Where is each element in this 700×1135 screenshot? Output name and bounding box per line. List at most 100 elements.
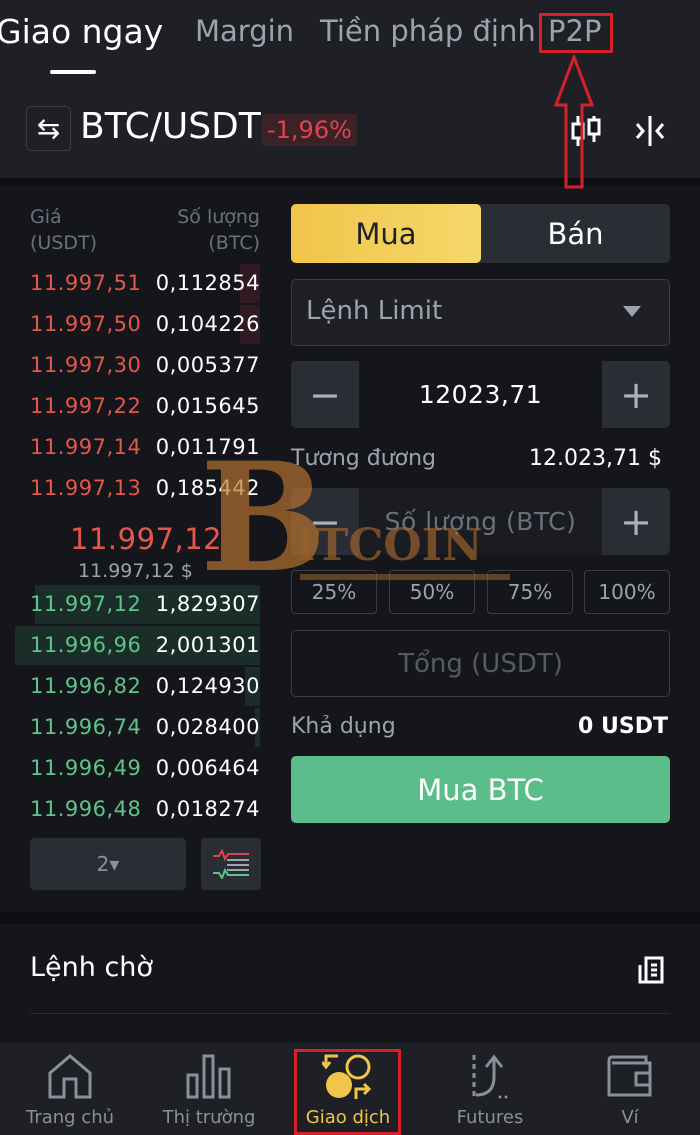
- pair-header: ⇆ BTC/USDT -1,96%: [0, 92, 700, 178]
- trade-annotation-box: [294, 1049, 401, 1135]
- bid-row[interactable]: 11.996,82 0,124930: [0, 666, 275, 707]
- equivalent-label: Tương đương: [291, 446, 437, 471]
- ask-price: 11.997,51: [30, 271, 142, 295]
- collapse-icon[interactable]: [632, 114, 668, 148]
- bid-price: 11.996,49: [30, 756, 142, 780]
- bid-row[interactable]: 11.996,74 0,028400: [0, 707, 275, 748]
- nav-home-label: Trang chủ: [25, 1107, 115, 1128]
- ask-row[interactable]: 11.997,22 0,015645: [0, 386, 275, 427]
- bid-price: 11.996,74: [30, 715, 142, 739]
- swap-icon: ⇆: [36, 112, 61, 145]
- order-type-label: Lệnh Limit: [306, 296, 443, 326]
- ask-qty: 0,011791: [155, 435, 260, 459]
- qty-header-line2: (BTC): [208, 232, 260, 254]
- precision-select[interactable]: 2▾: [30, 838, 186, 890]
- nav-futures[interactable]: Futures: [430, 1043, 550, 1135]
- ask-qty: 0,005377: [155, 353, 260, 377]
- last-price: 11.997,12: [70, 522, 223, 556]
- bid-qty: 0,018274: [155, 797, 260, 821]
- nav-markets-label: Thị trường: [162, 1107, 256, 1128]
- ask-row[interactable]: 11.997,50 0,104226: [0, 304, 275, 345]
- ask-price: 11.997,22: [30, 394, 142, 418]
- price-change-badge: -1,96%: [262, 114, 357, 146]
- ask-qty: 0,104226: [155, 312, 260, 336]
- divider: [30, 1013, 670, 1014]
- section-divider: [0, 912, 700, 924]
- bid-qty: 0,006464: [155, 756, 260, 780]
- buy-btc-button[interactable]: Mua BTC: [291, 756, 670, 823]
- percent-100-button[interactable]: 100%: [584, 570, 670, 614]
- bid-qty: 0,124930: [155, 674, 260, 698]
- nav-wallet[interactable]: Ví: [570, 1043, 690, 1135]
- bid-price: 11.996,48: [30, 797, 142, 821]
- order-type-select[interactable]: Lệnh Limit: [291, 279, 670, 346]
- amount-input[interactable]: Số lượng (BTC): [359, 488, 602, 555]
- orderbook-view-toggle[interactable]: [201, 838, 261, 890]
- available-value: 0 USDT: [578, 714, 668, 739]
- ask-qty: 0,185442: [155, 476, 260, 500]
- tab-fiat[interactable]: Tiền pháp định: [320, 14, 536, 48]
- available-label: Khả dụng: [291, 714, 396, 739]
- price-column-header: Giá (USDT): [30, 204, 97, 256]
- sell-tab[interactable]: Bán: [481, 204, 670, 263]
- bid-row[interactable]: 11.996,49 0,006464: [0, 748, 275, 789]
- price-header-line1: Giá: [30, 206, 62, 228]
- qty-header-line1: Số lượng: [177, 206, 260, 228]
- order-history-icon[interactable]: [636, 955, 666, 985]
- amount-increase-button[interactable]: +: [602, 488, 670, 555]
- price-decrease-button[interactable]: −: [291, 361, 359, 428]
- p2p-annotation-box: [539, 13, 613, 53]
- equivalent-value: 12.023,71 $: [529, 446, 662, 471]
- chevron-down-icon: [623, 306, 641, 317]
- bid-price: 11.996,96: [30, 633, 142, 657]
- active-tab-indicator: [50, 70, 96, 74]
- nav-futures-label: Futures: [456, 1107, 524, 1128]
- bid-qty: 0,028400: [155, 715, 260, 739]
- last-price-usd: 11.997,12 $: [78, 560, 193, 582]
- nav-markets[interactable]: Thị trường: [149, 1043, 269, 1135]
- ask-row[interactable]: 11.997,51 0,112854: [0, 263, 275, 304]
- qty-column-header: Số lượng (BTC): [177, 204, 260, 256]
- orderbook-depth-icon: [213, 849, 249, 879]
- bid-row[interactable]: 11.996,48 0,018274: [0, 789, 275, 830]
- price-increase-button[interactable]: +: [602, 361, 670, 428]
- ask-row[interactable]: 11.997,13 0,185442: [0, 468, 275, 509]
- total-input[interactable]: Tổng (USDT): [291, 630, 670, 697]
- price-stepper: − 12023,71 +: [291, 361, 670, 428]
- tab-margin[interactable]: Margin: [195, 14, 294, 48]
- pair-name[interactable]: BTC/USDT: [80, 106, 261, 147]
- ask-price: 11.997,50: [30, 312, 142, 336]
- nav-wallet-label: Ví: [621, 1107, 639, 1128]
- bid-row[interactable]: 11.997,12 1,829307: [0, 584, 275, 625]
- wallet-icon: [607, 1055, 652, 1097]
- price-header-line2: (USDT): [30, 232, 98, 254]
- bid-qty: 2,001301: [155, 633, 260, 657]
- ask-row[interactable]: 11.997,30 0,005377: [0, 345, 275, 386]
- ask-price: 11.997,14: [30, 435, 142, 459]
- ask-qty: 0,015645: [155, 394, 260, 418]
- home-icon: [48, 1054, 92, 1099]
- amount-decrease-button[interactable]: −: [291, 488, 359, 555]
- top-tab-bar: Giao ngay Margin Tiền pháp định P2P: [0, 0, 700, 92]
- nav-home[interactable]: Trang chủ: [10, 1043, 130, 1135]
- percent-75-button[interactable]: 75%: [487, 570, 573, 614]
- percent-50-button[interactable]: 50%: [389, 570, 475, 614]
- buy-sell-toggle: Mua Bán: [291, 204, 670, 263]
- swap-pair-button[interactable]: ⇆: [26, 106, 71, 151]
- ask-price: 11.997,30: [30, 353, 142, 377]
- ask-row[interactable]: 11.997,14 0,011791: [0, 427, 275, 468]
- tab-spot[interactable]: Giao ngay: [0, 12, 163, 51]
- bid-price: 11.997,12: [30, 592, 142, 616]
- futures-icon: [472, 1054, 508, 1099]
- percent-25-button[interactable]: 25%: [291, 570, 377, 614]
- bid-qty: 1,829307: [155, 592, 260, 616]
- amount-stepper: − Số lượng (BTC) +: [291, 488, 670, 555]
- ask-price: 11.997,13: [30, 476, 142, 500]
- pending-orders-title: Lệnh chờ: [30, 952, 153, 983]
- annotation-arrow-icon: [554, 55, 594, 189]
- bid-price: 11.996,82: [30, 674, 142, 698]
- markets-icon: [186, 1054, 231, 1099]
- bid-row[interactable]: 11.996,96 2,001301: [0, 625, 275, 666]
- price-input[interactable]: 12023,71: [359, 361, 602, 428]
- buy-tab[interactable]: Mua: [291, 204, 481, 263]
